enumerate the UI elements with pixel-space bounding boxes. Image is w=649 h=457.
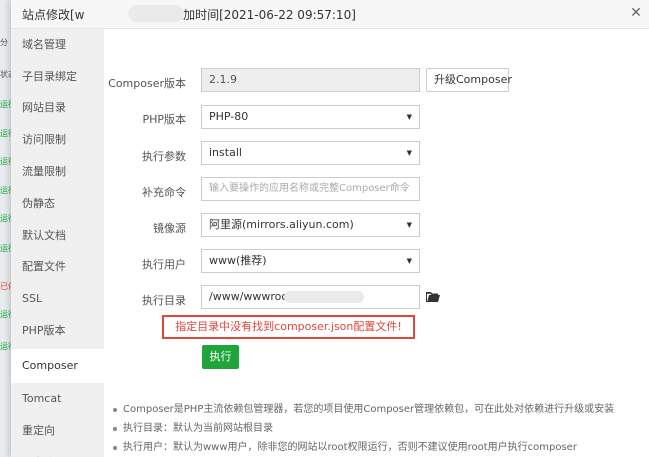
tab-default-document[interactable]: 默认文档: [11, 220, 104, 252]
tip-text: 执行目录：默认为当前网站根目录: [123, 423, 273, 434]
help-tips: Composer是PHP主流依赖包管理器，若您的项目使用Composer管理依赖…: [112, 400, 632, 457]
chevron-down-icon: ▼: [406, 113, 412, 121]
tab-rewrite[interactable]: 伪静态: [11, 188, 104, 220]
tab-config-file[interactable]: 配置文件: [11, 251, 104, 283]
exec-params-value: install: [209, 146, 242, 159]
modal-header: 站点修改[w n] -- 添加时间[2021-06-22 09:57:10] ✕: [11, 0, 649, 29]
tip-text: Composer是PHP主流依赖包管理器，若您的项目使用Composer管理依赖…: [123, 404, 615, 415]
list-item: 执行目录：默认为当前网站根目录: [112, 419, 632, 438]
exec-params-label: 执行参数: [142, 150, 186, 163]
list-item: Composer是PHP主流依赖包管理器，若您的项目使用Composer管理依赖…: [112, 400, 632, 419]
php-version-value: PHP-80: [209, 110, 249, 123]
exec-user-select[interactable]: www(推荐) ▼: [201, 249, 420, 273]
tab-php-version[interactable]: PHP版本: [11, 315, 104, 347]
tab-traffic-limit[interactable]: 流量限制: [11, 156, 104, 188]
redacted-site-name: [128, 5, 184, 22]
exec-user-label: 执行用户: [142, 258, 186, 271]
settings-sidebar: 域名管理 子目录绑定 网站目录 访问限制 流量限制 伪静态 默认文档 配置文件 …: [11, 29, 104, 457]
chevron-down-icon: ▼: [406, 149, 412, 157]
mirror-label: 镜像源: [153, 222, 186, 235]
tab-subdirectory-binding[interactable]: 子目录绑定: [11, 61, 104, 93]
exec-user-value: www(推荐): [209, 254, 267, 267]
php-version-label: PHP版本: [142, 113, 186, 126]
composer-version-field: 2.1.9: [201, 68, 420, 92]
tab-redirect[interactable]: 重定向: [11, 415, 104, 447]
tab-ssl[interactable]: SSL: [11, 283, 104, 315]
chevron-down-icon: ▼: [406, 257, 412, 265]
extra-command-label: 补充命令: [142, 186, 186, 199]
extra-command-input[interactable]: 输入要操作的应用名称或完整Composer命令: [201, 177, 420, 201]
bullet-icon: [113, 446, 117, 450]
tab-tomcat[interactable]: Tomcat: [11, 383, 104, 415]
mirror-value: 阿里源(mirrors.aliyun.com): [209, 218, 354, 231]
upgrade-composer-button[interactable]: 升级Composer: [426, 68, 512, 92]
tab-composer[interactable]: Composer: [11, 349, 104, 383]
tab-domain[interactable]: 域名管理: [11, 29, 104, 61]
exec-dir-label: 执行目录: [142, 294, 186, 307]
exec-params-select[interactable]: install ▼: [201, 141, 420, 165]
chevron-down-icon: ▼: [406, 221, 412, 229]
redacted-directory: [284, 291, 364, 303]
folder-icon[interactable]: [426, 291, 440, 303]
execute-button[interactable]: 执行: [202, 345, 239, 369]
mirror-select[interactable]: 阿里源(mirrors.aliyun.com) ▼: [201, 213, 420, 237]
php-version-select[interactable]: PHP-80 ▼: [201, 105, 420, 129]
tip-text: 执行用户：默认为www用户，除非您的网站以root权限运行，否则不建议使用roo…: [123, 442, 577, 453]
bullet-icon: [113, 408, 117, 412]
bullet-icon: [113, 427, 117, 431]
error-message: 指定目录中没有找到composer.json配置文件!: [162, 315, 415, 339]
composer-version-label: Composer版本: [108, 77, 186, 90]
close-icon[interactable]: ✕: [629, 6, 643, 20]
modal-title: 站点修改[w n] -- 添加时间[2021-06-22 09:57:10]: [22, 6, 356, 23]
list-item: 执行用户：默认为www用户，除非您的网站以root权限运行，否则不建议使用roo…: [112, 438, 632, 457]
tab-reverse-proxy[interactable]: 反向代理: [11, 447, 104, 457]
tab-access-limit[interactable]: 访问限制: [11, 124, 104, 156]
modal-title-prefix: 站点修改[w: [22, 8, 85, 22]
tab-site-directory[interactable]: 网站目录: [11, 92, 104, 124]
